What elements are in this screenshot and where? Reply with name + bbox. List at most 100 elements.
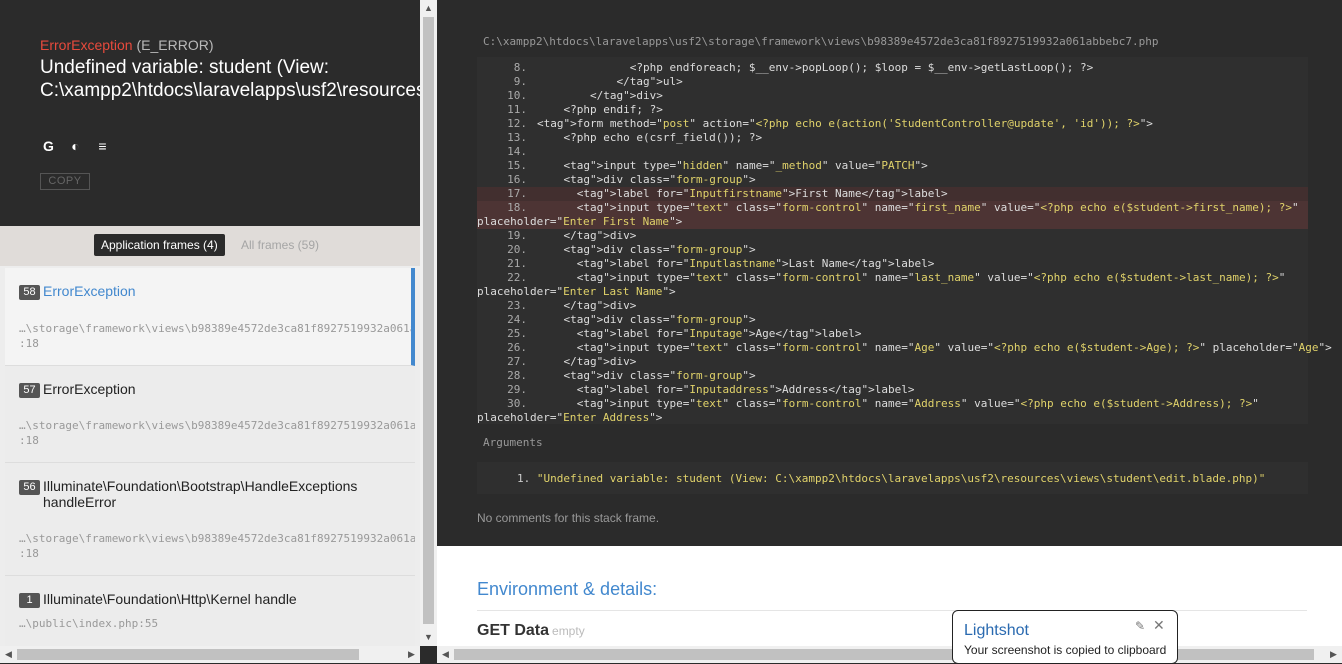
get-data-heading: GET Data empty [477, 622, 585, 640]
arguments-list: 1. "Undefined variable: student (View: C… [477, 462, 1308, 494]
line-number: 19. [507, 229, 527, 242]
code-text: placeholder="Enter Last Name"> [477, 285, 676, 298]
frame-class: ErrorException [43, 283, 136, 299]
code-line: 25. <tag">label for="Inputage">Age</tag"… [477, 327, 1308, 341]
scroll-down-icon[interactable]: ▼ [420, 629, 437, 646]
line-number: 14. [507, 145, 527, 158]
code-text: </tag">ul> [537, 75, 683, 88]
argument-item: 1. "Undefined variable: student (View: C… [517, 472, 1265, 485]
arguments-label: Arguments [483, 436, 543, 449]
frame-class: ErrorException [43, 381, 136, 397]
stack-frame[interactable]: 58 ErrorException …\storage\framework\vi… [5, 268, 415, 366]
frame-filter-tabs: Application frames (4) All frames (59) [0, 226, 420, 266]
search-links: G ◐ ≡ [40, 138, 111, 155]
code-line: 10. </tag">div> [477, 89, 1308, 103]
frame-number: 56 [19, 480, 40, 495]
code-text: <tag">div class="form-group"> [537, 173, 756, 186]
code-line: placeholder="Enter First Name"> [477, 215, 1308, 229]
code-text: <tag">div class="form-group"> [537, 369, 756, 382]
code-line: 13. <?php echo e(csrf_field()); ?> [477, 131, 1308, 145]
notification-text: Your screenshot is copied to clipboard [964, 643, 1167, 657]
argument-value: "Undefined variable: student (View: C:\x… [536, 472, 1266, 485]
frames-horizontal-scrollbar[interactable]: ◀ ▶ [0, 646, 420, 663]
code-line: 17. <tag">label for="Inputfirstname">Fir… [477, 187, 1308, 201]
line-number: 13. [507, 131, 527, 144]
code-line: 18. <tag">input type="text" class="form-… [477, 201, 1308, 215]
scrollbar-thumb[interactable] [17, 649, 359, 660]
google-icon[interactable]: G [40, 138, 57, 155]
scroll-left-icon[interactable]: ◀ [437, 646, 454, 663]
stack-frame[interactable]: 57 ErrorException …\storage\framework\vi… [5, 366, 415, 463]
tab-all-frames[interactable]: All frames (59) [241, 234, 319, 256]
frame-line: :18 [19, 337, 39, 350]
code-line: 24. <tag">div class="form-group"> [477, 313, 1308, 327]
scroll-right-icon[interactable]: ▶ [1325, 646, 1342, 663]
scrollbar-thumb[interactable] [423, 17, 434, 624]
code-text: <tag">input type="text" class="form-cont… [537, 397, 1259, 410]
line-number: 17. [507, 187, 527, 200]
frames-vertical-scrollbar[interactable]: ▲ ▼ [420, 0, 437, 646]
stackoverflow-icon[interactable]: ≡ [94, 138, 111, 155]
code-line: 26. <tag">input type="text" class="form-… [477, 341, 1332, 355]
tab-application-frames[interactable]: Application frames (4) [94, 234, 225, 256]
details-horizontal-scrollbar[interactable]: ◀ ▶ [437, 646, 1342, 663]
pin-icon[interactable]: ✎ [1135, 619, 1145, 633]
scroll-right-icon[interactable]: ▶ [403, 646, 420, 663]
exception-message: Undefined variable: student (View: C:\xa… [40, 57, 420, 101]
code-line: 30. <tag">input type="text" class="form-… [477, 397, 1308, 411]
code-text: <tag">input type="text" class="form-cont… [537, 341, 1332, 354]
code-text: <?php echo e(csrf_field()); ?> [537, 131, 763, 144]
frame-line: :18 [19, 434, 39, 447]
code-line: 16. <tag">div class="form-group"> [477, 173, 1308, 187]
frames-panel: ErrorException (E_ERROR) Undefined varia… [0, 0, 420, 663]
code-text: </tag">div> [537, 89, 663, 102]
code-text: <tag">form method="post" action="<?php e… [537, 117, 1153, 130]
code-line: 27. </tag">div> [477, 355, 1308, 369]
exception-class: ErrorException (E_ERROR) [40, 37, 214, 53]
stack-frame[interactable]: 56 Illuminate\Foundation\Bootstrap\Handl… [5, 463, 415, 576]
code-text: </tag">div> [537, 355, 637, 368]
frame-file-path-header: C:\xampp2\htdocs\laravelapps\usf2\storag… [483, 35, 1159, 48]
line-number: 20. [507, 243, 527, 256]
line-number: 29. [507, 383, 527, 396]
code-text: <tag">label for="Inputaddress">Address</… [537, 383, 915, 396]
line-number: 11. [507, 103, 527, 116]
frame-class: Illuminate\Foundation\Http\Kernel handle [43, 591, 297, 607]
line-number: 16. [507, 173, 527, 186]
code-line: 11. <?php endif; ?> [477, 103, 1308, 117]
exception-class-name: ErrorException [40, 37, 133, 53]
exception-code: (E_ERROR) [136, 37, 214, 53]
code-line: 15. <tag">input type="hidden" name="_met… [477, 159, 1308, 173]
frame-number: 58 [19, 285, 40, 300]
stack-frame[interactable]: 1 Illuminate\Foundation\Http\Kernel hand… [5, 576, 415, 647]
scroll-left-icon[interactable]: ◀ [0, 646, 17, 663]
close-icon[interactable]: ✕ [1153, 617, 1165, 634]
scroll-up-icon[interactable]: ▲ [420, 0, 437, 17]
code-line: 29. <tag">label for="Inputaddress">Addre… [477, 383, 1308, 397]
line-number: 26. [507, 341, 527, 354]
no-comments-text: No comments for this stack frame. [477, 511, 660, 525]
line-number: 18. [507, 201, 527, 214]
code-line: 22. <tag">input type="text" class="form-… [477, 271, 1308, 285]
code-text: placeholder="Enter First Name"> [477, 215, 683, 228]
scrollbar-thumb[interactable] [454, 649, 1314, 660]
line-number: 25. [507, 327, 527, 340]
copy-button[interactable]: COPY [40, 173, 90, 190]
frame-file-path: …\public\index.php:55 [19, 617, 159, 630]
frame-line: :18 [19, 547, 39, 560]
code-text: <tag">div class="form-group"> [537, 313, 756, 326]
line-number: 28. [507, 369, 527, 382]
code-text: <?php endif; ?> [537, 103, 663, 116]
details-panel: C:\xampp2\htdocs\laravelapps\usf2\storag… [437, 0, 1342, 663]
lightshot-notification[interactable]: Lightshot Your screenshot is copied to c… [952, 610, 1178, 664]
code-text: placeholder="Enter Address"> [477, 411, 663, 424]
duckduckgo-icon[interactable]: ◐ [67, 138, 84, 155]
code-line: 14. [477, 145, 1308, 159]
code-line: 21. <tag">label for="Inputlastname">Last… [477, 257, 1308, 271]
frame-file-path: …\storage\framework\views\b98389e4572de3… [19, 532, 415, 545]
code-text: <?php endforeach; $__env->popLoop(); $lo… [537, 61, 1094, 74]
code-line: placeholder="Enter Last Name"> [477, 285, 1308, 299]
code-block: 8. <?php endforeach; $__env->popLoop(); … [477, 57, 1332, 424]
line-number: 12. [507, 117, 527, 130]
code-line: 23. </tag">div> [477, 299, 1308, 313]
